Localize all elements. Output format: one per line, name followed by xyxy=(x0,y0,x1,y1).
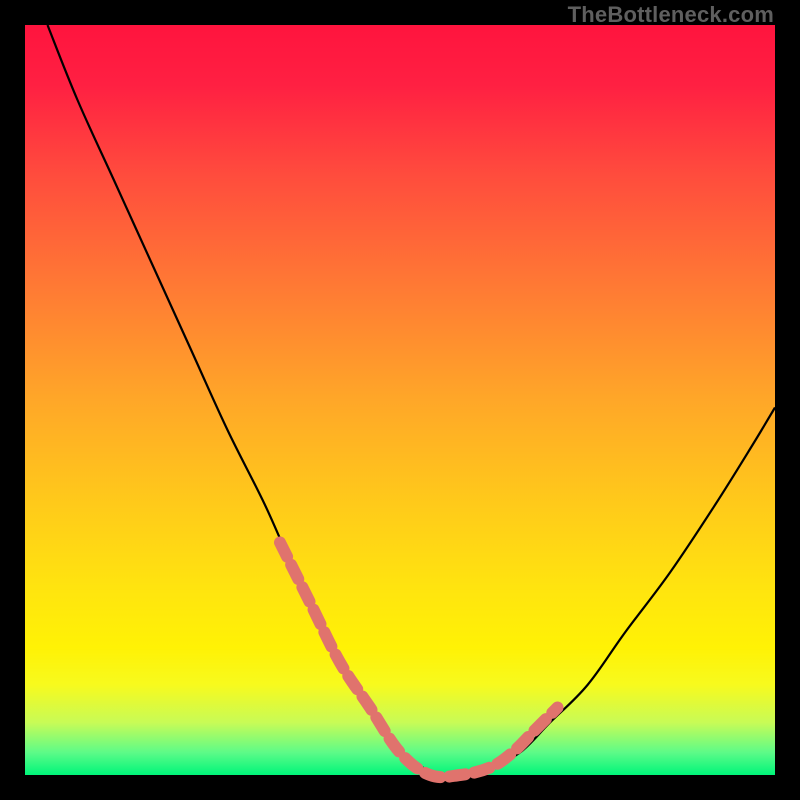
chart-stage: TheBottleneck.com xyxy=(0,0,800,800)
highlight-band-path xyxy=(280,543,558,778)
bottleneck-curve-path xyxy=(48,25,776,776)
plot-area xyxy=(25,25,775,775)
curve-layer xyxy=(25,25,775,775)
watermark-text: TheBottleneck.com xyxy=(568,2,774,28)
